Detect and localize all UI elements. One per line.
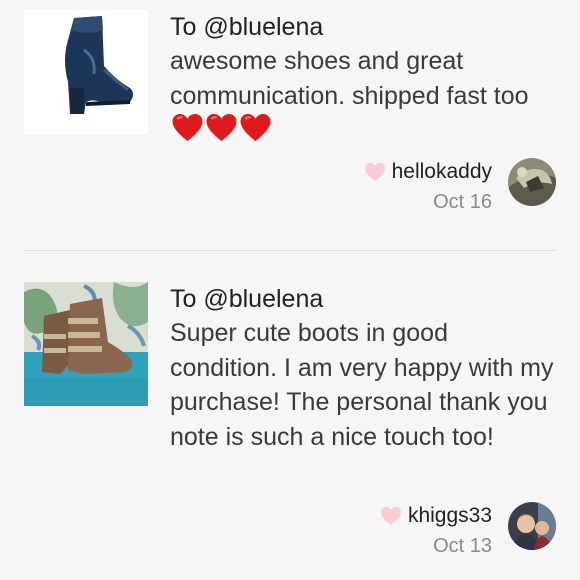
reviewer-username[interactable]: khiggs33 xyxy=(408,502,492,530)
emoji-hearts xyxy=(171,113,273,143)
heart-icon[interactable] xyxy=(380,506,402,526)
review-text: To @bluelena awesome shoes and great com… xyxy=(170,10,560,149)
user-avatar-icon[interactable] xyxy=(508,502,556,550)
review-recipient: To @bluelena xyxy=(170,13,324,41)
review-meta: khiggs33 Oct 13 xyxy=(380,502,556,560)
buckle-ankle-boots-image xyxy=(24,282,148,406)
review-comment-text: awesome shoes and great communication. s… xyxy=(170,47,529,110)
review-card: To @bluelena Super cute boots in good co… xyxy=(0,252,580,580)
reviewer-username[interactable]: hellokaddy xyxy=(392,158,492,186)
review-divider xyxy=(24,250,556,251)
red-heart-emoji-icon xyxy=(240,114,271,141)
review-date: Oct 16 xyxy=(433,191,492,213)
review-date: Oct 13 xyxy=(433,535,492,557)
velvet-ankle-boot-image xyxy=(24,10,148,134)
heart-icon[interactable] xyxy=(364,162,386,182)
product-thumbnail[interactable] xyxy=(24,10,148,134)
review-recipient: To @bluelena xyxy=(170,285,324,313)
red-heart-emoji-icon xyxy=(206,114,237,141)
review-meta: hellokaddy Oct 16 xyxy=(364,158,556,216)
review-comment: awesome shoes and great communication. s… xyxy=(170,44,560,149)
product-thumbnail[interactable] xyxy=(24,282,148,406)
review-card: To @bluelena awesome shoes and great com… xyxy=(0,0,580,250)
red-heart-emoji-icon xyxy=(172,114,203,141)
user-avatar-icon[interactable] xyxy=(508,158,556,206)
review-comment: Super cute boots in good condition. I am… xyxy=(170,319,561,451)
review-text: To @bluelena Super cute boots in good co… xyxy=(170,282,560,454)
